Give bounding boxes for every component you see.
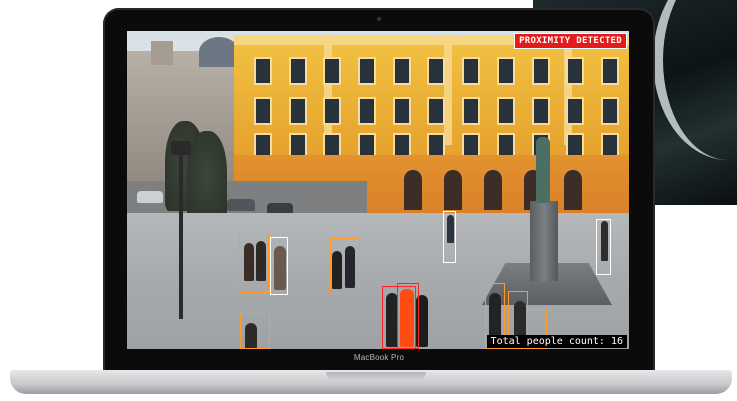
- window: [427, 97, 446, 125]
- window: [323, 57, 342, 85]
- arch-door: [484, 170, 502, 210]
- car: [137, 191, 163, 203]
- car: [227, 199, 255, 211]
- laptop-brand-label: MacBook Pro: [353, 353, 405, 362]
- arch-door: [444, 170, 462, 210]
- stage: MacBook Pro PROXIMITY DETECTED Total peo…: [0, 0, 737, 401]
- arch-door: [564, 170, 582, 210]
- webcam-icon: [377, 17, 381, 21]
- monument-pedestal: [530, 201, 558, 281]
- detection-box-safe: [443, 211, 456, 263]
- people-count-label: Total people count: 16: [486, 335, 627, 348]
- window: [254, 97, 272, 125]
- window-row: [254, 97, 619, 125]
- window: [531, 97, 550, 125]
- tree: [187, 131, 227, 221]
- detection-box-violation: [397, 283, 419, 349]
- window: [323, 97, 342, 125]
- background-shape: [653, 0, 737, 160]
- detection-box-warning: [330, 238, 360, 294]
- dome: [199, 37, 239, 67]
- window: [600, 97, 619, 125]
- detection-box-safe: [596, 219, 611, 275]
- window: [254, 57, 272, 85]
- window: [392, 57, 411, 85]
- detection-box-safe: [270, 237, 288, 295]
- street-lamp: [179, 149, 183, 319]
- window: [358, 97, 377, 125]
- window: [600, 57, 619, 85]
- window: [427, 57, 446, 85]
- window: [462, 57, 481, 85]
- window: [531, 57, 550, 85]
- window: [358, 57, 377, 85]
- window: [496, 97, 515, 125]
- detection-box-warning: [239, 233, 269, 293]
- proximity-alert-badge: PROXIMITY DETECTED: [514, 33, 627, 49]
- window: [462, 97, 481, 125]
- window: [288, 97, 307, 125]
- window: [566, 57, 585, 85]
- tower: [151, 41, 173, 65]
- window: [288, 57, 307, 85]
- arch-door: [404, 170, 422, 210]
- surveillance-video-feed: PROXIMITY DETECTED Total people count: 1…: [127, 31, 629, 349]
- window: [392, 97, 411, 125]
- detection-box-warning: [240, 313, 270, 349]
- window: [566, 97, 585, 125]
- window: [496, 57, 515, 85]
- statue: [536, 137, 550, 203]
- laptop-opening-notch: [326, 372, 426, 380]
- window-row: [254, 57, 619, 85]
